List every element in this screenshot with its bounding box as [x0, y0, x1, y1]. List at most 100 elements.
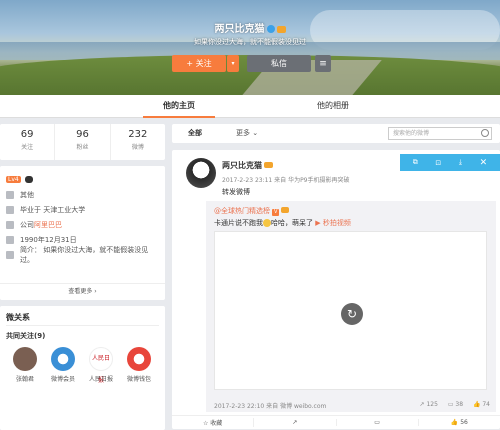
common-follow-user[interactable]: 微博会员 — [44, 347, 82, 383]
comment-button[interactable]: ▭ — [337, 419, 419, 426]
common-follow-title[interactable]: 共同关注(9) — [6, 331, 159, 341]
info-intro: 简介： 如果你没过大海，就不能假装没见过。 — [6, 245, 159, 264]
verified-v-icon: V — [272, 209, 280, 216]
more-menu-button[interactable]: ≡ — [315, 55, 331, 72]
common-follow-user[interactable]: 人民日报 人民日报 — [82, 347, 120, 384]
repost-forward-count[interactable]: ↗ 125 — [420, 401, 438, 408]
company-prefix: 公司 — [20, 220, 34, 229]
intro-text: 简介： 如果你没过大海，就不能假装没见过。 — [20, 245, 149, 264]
left-column: 69 关注 96 粉丝 232 微博 Lv4 其他 毕业于 天津工业大学 公司 … — [0, 124, 165, 430]
repost-text-a: 卡通片说不跑我 — [214, 219, 263, 227]
video-link[interactable]: ▶ 秒拍视频 — [315, 219, 351, 227]
tab-home[interactable]: 他的主页 — [143, 95, 215, 118]
weibo-card: 两只比克猫 2017-2-23 23:11 来自 华为P9手机摄影再突破 转发微… — [172, 150, 500, 429]
forward-button[interactable]: ↗ — [254, 419, 337, 426]
profile-motto: 如果你没过大海，就不能假装没见过 — [194, 38, 306, 46]
smile-emoji-icon — [263, 219, 271, 227]
info-company: 公司 阿里巴巴 — [6, 217, 159, 232]
info-level: Lv4 — [6, 172, 159, 187]
floating-video-toolbar: ⧉ ⊡ ⤓ ✕ — [400, 154, 500, 171]
post-action-bar: ☆ 收藏 ↗ ▭ 👍 56 — [172, 415, 500, 429]
message-button[interactable]: 私信 — [247, 55, 311, 72]
profile-tabbar: 他的主页 他的相册 — [0, 95, 500, 118]
level-badge[interactable]: Lv4 — [6, 176, 21, 183]
avatar — [51, 347, 75, 371]
company-link[interactable]: 阿里巴巴 — [34, 220, 62, 230]
download-icon[interactable]: ⤓ — [459, 158, 462, 167]
stat-number: 69 — [20, 129, 34, 140]
stat-label: 粉丝 — [76, 144, 89, 151]
user-name: 微博会员 — [50, 376, 75, 383]
stat-following[interactable]: 69 关注 — [0, 124, 56, 160]
info-school: 毕业于 天津工业大学 — [6, 202, 159, 217]
filter-more[interactable]: 更多 ⌄ — [236, 128, 258, 138]
profile-nickname-text: 两只比克猫 — [214, 24, 265, 35]
stats-panel: 69 关注 96 粉丝 232 微博 — [0, 124, 165, 160]
relations-title: 微关系 — [6, 312, 159, 326]
search-placeholder: 搜索他的微博 — [393, 130, 430, 137]
user-name: 人民日报 — [88, 376, 113, 383]
feed-filter-bar: 全部 更多 ⌄ 搜索他的微博 — [172, 124, 500, 143]
video-player[interactable]: ↻ — [214, 231, 487, 390]
stat-number: 232 — [128, 129, 148, 140]
post-text: 转发微博 — [222, 188, 250, 196]
common-follow-user[interactable]: 张翰君 — [6, 347, 44, 383]
repost-source: @全球热门精选榜 V — [214, 206, 290, 216]
briefcase-icon — [6, 220, 14, 229]
stat-label: 关注 — [21, 144, 34, 151]
info-panel: Lv4 其他 毕业于 天津工业大学 公司 阿里巴巴 1990年12月31日 简介… — [0, 166, 165, 300]
repost-comment-count[interactable]: ▭ 38 — [448, 401, 463, 408]
relations-panel: 微关系 共同关注(9) 张翰君 微博会员 人民日报 人民日报 微博钱包 — [0, 306, 165, 430]
repost-source-user[interactable]: @全球热门精选榜 — [214, 207, 270, 215]
verified-icon — [266, 25, 275, 33]
post-author-name: 两只比克猫 — [222, 161, 262, 170]
right-column: 全部 更多 ⌄ 搜索他的微博 两只比克猫 2017-2-23 23:11 来自 … — [172, 124, 500, 429]
tab-album[interactable]: 他的相册 — [303, 95, 363, 118]
loading-icon: ↻ — [341, 303, 363, 325]
repost-actions: ↗ 125 ▭ 38 👍 74 — [412, 401, 490, 410]
stat-label: 微博 — [131, 144, 144, 151]
video-link-text: 秒拍视频 — [322, 219, 351, 227]
common-follow-list: 张翰君 微博会员 人民日报 人民日报 微博钱包 — [6, 347, 159, 384]
user-name: 微博钱包 — [126, 376, 151, 383]
post-author[interactable]: 两只比克猫 — [222, 160, 273, 171]
info-gender: 其他 — [6, 187, 159, 202]
crown-icon — [281, 207, 290, 213]
screen-icon[interactable]: ⊡ — [435, 159, 441, 167]
repost-box: @全球热门精选榜 V 卡通片说不跑我 哈哈，萌呆了 ▶ 秒拍视频 ↻ 2017-2… — [206, 201, 496, 412]
crown-icon — [276, 25, 286, 33]
birthday-text: 1990年12月31日 — [20, 235, 77, 244]
common-follow-user[interactable]: 微博钱包 — [120, 347, 158, 383]
profile-nickname: 两只比克猫 — [0, 20, 500, 35]
location-icon — [6, 190, 14, 199]
post-meta: 2017-2-23 23:11 来自 华为P9手机摄影再突破 — [222, 177, 350, 184]
school-text: 毕业于 天津工业大学 — [20, 205, 86, 214]
avatar — [13, 347, 37, 371]
close-icon[interactable]: ✕ — [480, 158, 488, 168]
school-icon — [6, 205, 14, 214]
crown-icon — [264, 162, 273, 168]
popout-icon[interactable]: ⧉ — [413, 158, 418, 167]
filter-all[interactable]: 全部 — [188, 128, 202, 138]
weibo-search-input[interactable]: 搜索他的微博 — [388, 127, 492, 140]
info-more-link[interactable]: 查看更多 › — [0, 283, 165, 300]
profile-cover: 两只比克猫 如果你没过大海，就不能假装没见过 + 关注 ▾ 私信 ≡ — [0, 0, 500, 95]
repost-footer: 2017-2-23 22:10 来自 微博 weibo.com ↗ 125 ▭ … — [214, 401, 490, 410]
profile-actions: + 关注 ▾ 私信 ≡ — [172, 55, 331, 72]
repost-time[interactable]: 2017-2-23 22:10 来自 微博 weibo.com — [214, 401, 326, 410]
follow-button[interactable]: + 关注 — [172, 55, 226, 72]
repost-text: 卡通片说不跑我 哈哈，萌呆了 ▶ 秒拍视频 — [214, 218, 351, 228]
user-name: 张翰君 — [15, 376, 34, 383]
repost-text-b: 哈哈，萌呆了 — [271, 219, 313, 227]
post-avatar[interactable] — [186, 158, 216, 188]
stat-number: 96 — [76, 129, 89, 140]
birthday-icon — [6, 235, 14, 244]
search-icon[interactable] — [481, 129, 489, 137]
stat-weibo[interactable]: 232 微博 — [111, 124, 165, 160]
follow-dropdown-icon[interactable]: ▾ — [227, 55, 239, 72]
favorite-button[interactable]: ☆ 收藏 — [172, 418, 255, 427]
avatar: 人民日报 — [89, 347, 113, 384]
stat-fans[interactable]: 96 粉丝 — [55, 124, 111, 160]
like-button[interactable]: 👍 56 — [419, 419, 500, 426]
repost-like-count[interactable]: 👍 74 — [473, 401, 490, 408]
